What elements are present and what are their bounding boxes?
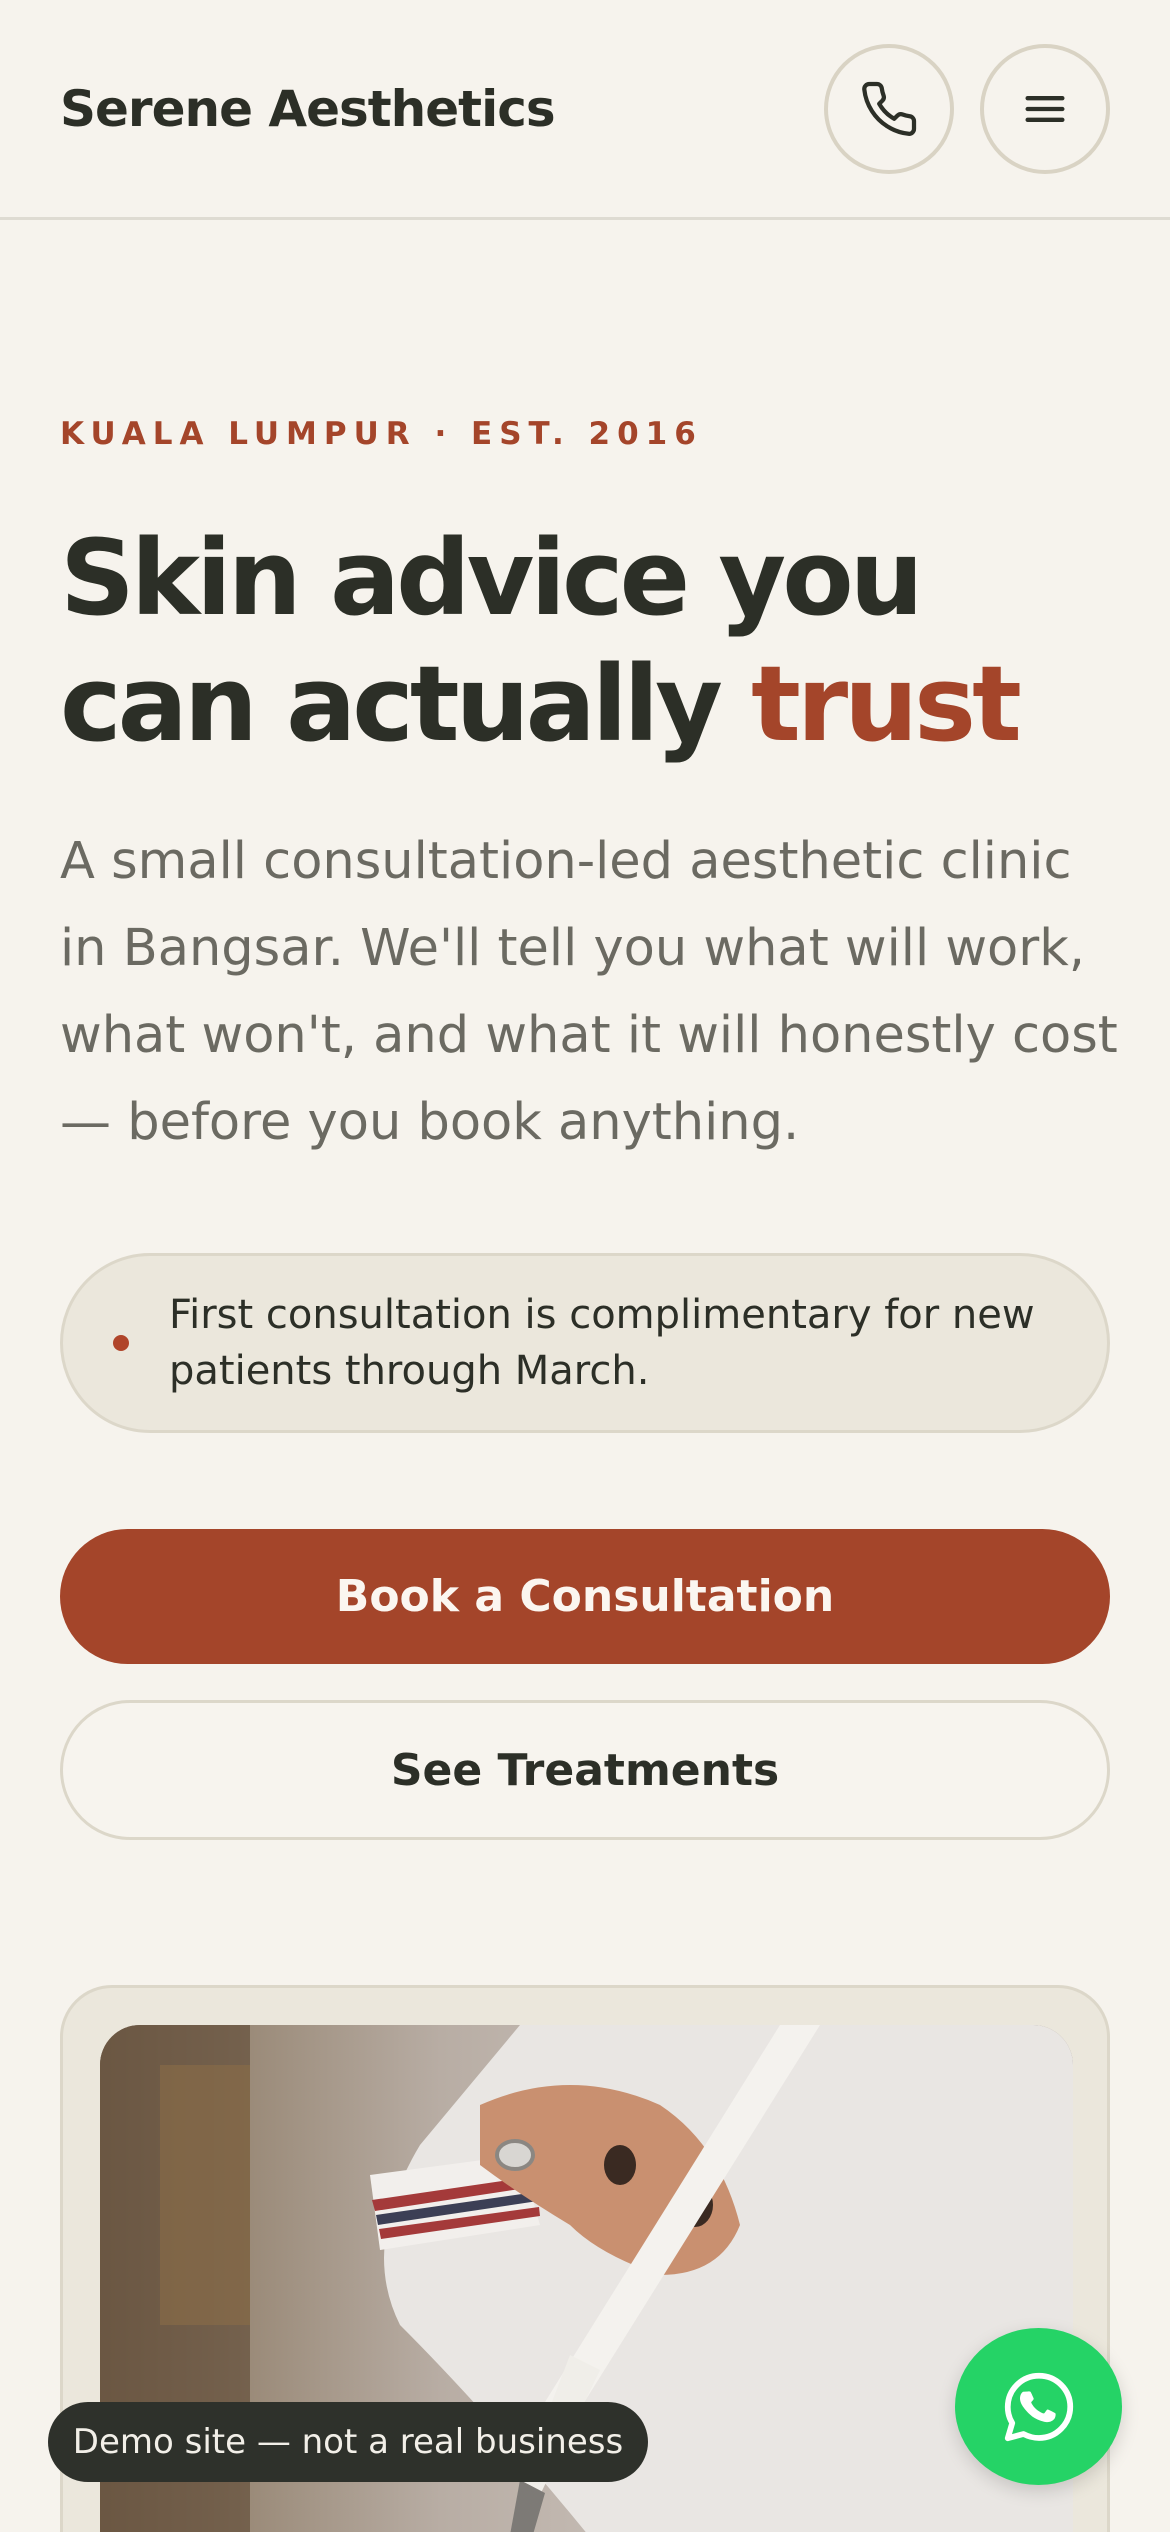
- whatsapp-button[interactable]: [955, 2328, 1122, 2485]
- menu-button[interactable]: [980, 43, 1110, 174]
- see-treatments-button[interactable]: See Treatments: [60, 1700, 1110, 1840]
- site-header: Serene Aesthetics: [0, 0, 1170, 220]
- whatsapp-icon: [1004, 2372, 1073, 2441]
- hamburger-menu-icon: [1025, 95, 1065, 122]
- brand-logo[interactable]: Serene Aesthetics: [60, 80, 556, 138]
- demo-site-badge: Demo site — not a real business: [48, 2402, 648, 2482]
- header-actions: [824, 43, 1110, 174]
- hero-intro: A small consultation-led aesthetic clini…: [60, 832, 1118, 1152]
- headline-accent: trust: [751, 643, 1022, 765]
- call-button[interactable]: [824, 43, 954, 174]
- book-consultation-button[interactable]: Book a Consultation: [60, 1529, 1110, 1664]
- notice-dot: [113, 1335, 129, 1351]
- notice-text: First consultation is complimentary for …: [169, 1292, 1035, 1394]
- promo-notice: First consultation is complimentary for …: [60, 1253, 1110, 1433]
- phone-icon: [862, 81, 917, 136]
- hero-headline: Skin advice you can actually trust: [60, 515, 1120, 767]
- location-eyebrow: KUALA LUMPUR · EST. 2016: [60, 416, 703, 452]
